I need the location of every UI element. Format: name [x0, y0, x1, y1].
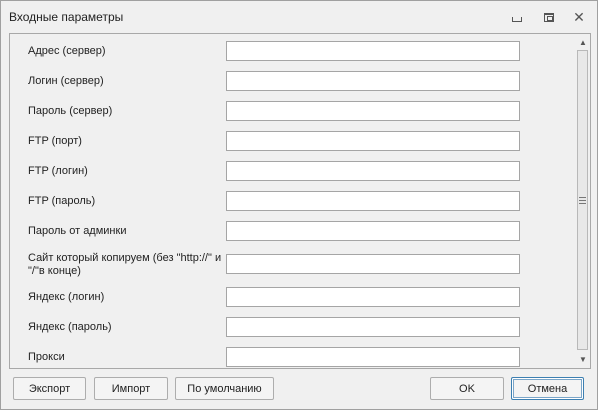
arrow-down-icon: ▼ — [579, 354, 587, 364]
scroll-thumb[interactable] — [577, 50, 588, 350]
defaults-button[interactable]: По умолчанию — [175, 377, 274, 400]
yandex-password-label: Яндекс (пароль) — [28, 321, 112, 333]
close-icon: ✕ — [573, 9, 585, 25]
row-yandex-password: Яндекс (пароль) — [10, 316, 576, 346]
source-site-input[interactable] — [226, 254, 520, 274]
server-login-input[interactable] — [226, 71, 520, 91]
row-ftp-login: FTP (логин) — [10, 160, 576, 190]
minimize-button[interactable] — [509, 9, 525, 25]
ftp-port-input[interactable] — [226, 131, 520, 151]
import-button[interactable]: Импорт — [94, 377, 168, 400]
yandex-login-input[interactable] — [226, 287, 520, 307]
ftp-password-label: FTP (пароль) — [28, 195, 96, 207]
grip-icon — [579, 196, 586, 204]
row-admin-password: Пароль от админки — [10, 220, 576, 250]
admin-password-label: Пароль от админки — [28, 225, 127, 237]
server-address-input[interactable] — [226, 41, 520, 61]
maximize-icon — [544, 12, 554, 22]
row-server-login: Логин (сервер) — [10, 70, 576, 100]
ftp-port-label: FTP (порт) — [28, 135, 82, 147]
admin-password-input[interactable] — [226, 221, 520, 241]
proxy-input[interactable] — [226, 347, 520, 367]
ok-button[interactable]: OK — [430, 377, 504, 400]
row-server-address: Адрес (сервер) — [10, 40, 576, 70]
close-button[interactable]: ✕ — [571, 9, 587, 25]
cancel-button[interactable]: Отмена — [511, 377, 584, 400]
yandex-password-input[interactable] — [226, 317, 520, 337]
proxy-label: Прокси — [28, 351, 65, 363]
server-password-label: Пароль (сервер) — [28, 105, 113, 117]
server-login-label: Логин (сервер) — [28, 75, 104, 87]
row-source-site: Сайт который копируем (без "http://" и "… — [10, 250, 576, 284]
window-title: Входные параметры — [9, 10, 124, 24]
minimize-icon — [512, 16, 522, 22]
source-site-label: Сайт который копируем (без "http://" и "… — [28, 252, 222, 277]
yandex-login-label: Яндекс (логин) — [28, 291, 105, 303]
scroll-down-button[interactable]: ▼ — [576, 352, 590, 366]
title-bar[interactable]: Входные параметры ✕ — [1, 1, 597, 33]
row-ftp-port: FTP (порт) — [10, 130, 576, 160]
parameters-panel: Адрес (сервер) Логин (сервер) Пароль (се… — [9, 33, 591, 369]
ftp-login-input[interactable] — [226, 161, 520, 181]
row-ftp-password: FTP (пароль) — [10, 190, 576, 220]
ftp-login-label: FTP (логин) — [28, 165, 88, 177]
input-parameters-dialog: Входные параметры ✕ Адрес (сервер) Логин… — [0, 0, 598, 410]
row-server-password: Пароль (сервер) — [10, 100, 576, 130]
maximize-button[interactable] — [541, 9, 557, 25]
export-button[interactable]: Экспорт — [13, 377, 86, 400]
server-address-label: Адрес (сервер) — [28, 45, 106, 57]
arrow-up-icon: ▲ — [579, 37, 587, 47]
ftp-password-input[interactable] — [226, 191, 520, 211]
vertical-scrollbar[interactable]: ▲ ▼ — [576, 34, 590, 368]
scroll-up-button[interactable]: ▲ — [576, 35, 590, 49]
row-yandex-login: Яндекс (логин) — [10, 286, 576, 316]
server-password-input[interactable] — [226, 101, 520, 121]
row-proxy: Прокси — [10, 346, 576, 368]
